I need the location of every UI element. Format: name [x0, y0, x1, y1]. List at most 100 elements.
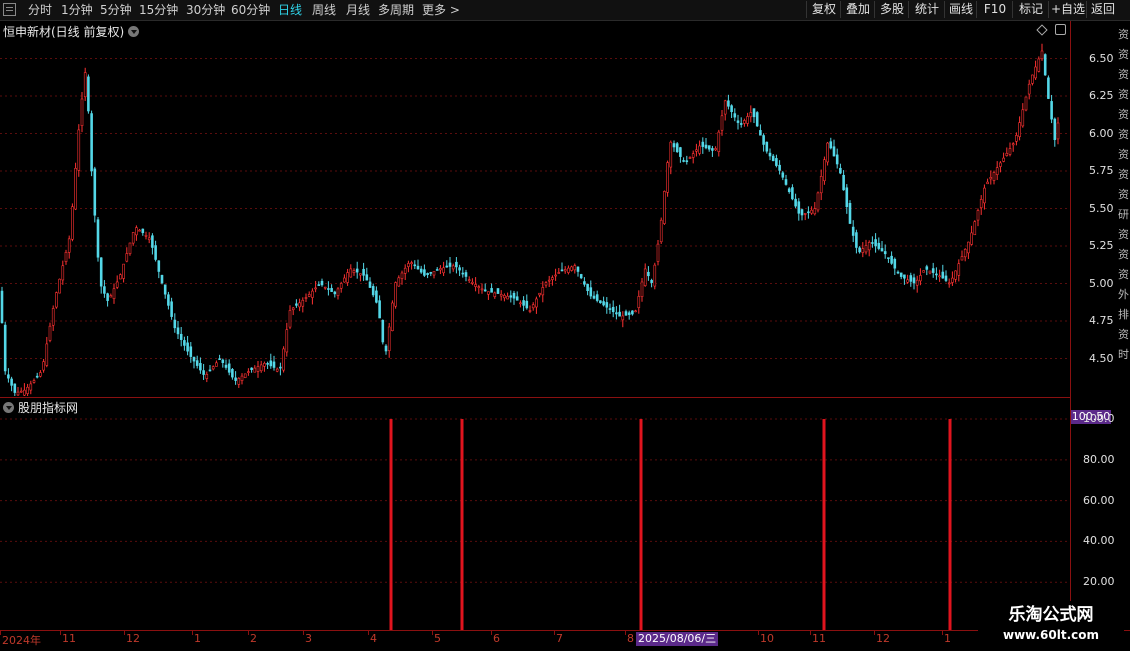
candle-body[interactable] — [797, 201, 801, 214]
candle-body[interactable] — [1002, 157, 1005, 162]
panel-toggle-icon[interactable] — [1055, 24, 1066, 35]
signal-bar[interactable] — [822, 419, 826, 631]
candle-body[interactable] — [227, 363, 231, 373]
toolbar-button-8[interactable]: 返回 — [1086, 1, 1119, 18]
candle-body[interactable] — [759, 130, 762, 136]
candle-body[interactable] — [951, 277, 954, 283]
candle-body[interactable] — [234, 377, 237, 381]
candle-body[interactable] — [730, 105, 733, 113]
candle-body[interactable] — [445, 265, 449, 268]
stock-title[interactable]: 恒申新材(日线 前复权) — [3, 23, 140, 40]
candle-body[interactable] — [0, 290, 4, 324]
candle-body[interactable] — [471, 281, 474, 284]
indicator-title[interactable]: 股朋指标网 — [3, 399, 78, 416]
candle-body[interactable] — [266, 363, 269, 365]
candle-body[interactable] — [762, 135, 765, 145]
candle-body[interactable] — [397, 277, 401, 287]
candle-body[interactable] — [87, 76, 90, 112]
candle-body[interactable] — [237, 378, 241, 385]
candle-body[interactable] — [512, 292, 516, 299]
candle-body[interactable] — [637, 296, 641, 308]
candle-body[interactable] — [474, 284, 477, 287]
candle-body[interactable] — [599, 300, 602, 304]
candle-body[interactable] — [701, 141, 705, 147]
candle-body[interactable] — [867, 242, 871, 251]
candle-body[interactable] — [858, 247, 861, 253]
candle-body[interactable] — [403, 267, 407, 274]
candle-body[interactable] — [810, 209, 813, 214]
candle-body[interactable] — [707, 145, 711, 150]
candle-body[interactable] — [400, 272, 404, 279]
candle-body[interactable] — [467, 279, 471, 282]
candle-body[interactable] — [327, 288, 330, 290]
candle-body[interactable] — [304, 297, 308, 299]
candle-body[interactable] — [650, 279, 653, 283]
candle-body[interactable] — [1031, 74, 1034, 84]
candle-body[interactable] — [583, 281, 586, 285]
candle-body[interactable] — [96, 219, 100, 258]
candle-body[interactable] — [602, 301, 605, 306]
candle-body[interactable] — [387, 326, 391, 352]
candle-body[interactable] — [343, 277, 346, 283]
candle-body[interactable] — [551, 277, 554, 280]
candle-body[interactable] — [525, 300, 529, 309]
candle-body[interactable] — [989, 177, 993, 180]
candle-body[interactable] — [288, 310, 292, 328]
candle-body[interactable] — [109, 295, 113, 298]
indicator-chart[interactable] — [0, 398, 1070, 631]
candle-body[interactable] — [963, 249, 967, 258]
candle-body[interactable] — [451, 265, 455, 270]
candle-body[interactable] — [7, 374, 10, 379]
candle-body[interactable] — [576, 266, 580, 272]
toolbar-button-5[interactable]: F10 — [976, 1, 1013, 18]
candle-body[interactable] — [944, 275, 948, 281]
candle-body[interactable] — [631, 310, 634, 315]
candle-body[interactable] — [314, 287, 317, 290]
candle-body[interactable] — [1034, 66, 1037, 79]
candle-body[interactable] — [976, 210, 980, 221]
candle-body[interactable] — [282, 348, 285, 371]
candle-body[interactable] — [115, 281, 119, 288]
period-tab-6[interactable]: 日线 — [278, 2, 302, 18]
toolbar-button-3[interactable]: 统计 — [908, 1, 945, 18]
candle-body[interactable] — [979, 199, 983, 209]
candle-body[interactable] — [157, 260, 161, 272]
candle-body[interactable] — [563, 269, 567, 272]
candle-body[interactable] — [413, 264, 417, 267]
candle-body[interactable] — [144, 235, 148, 237]
candle-body[interactable] — [557, 272, 561, 274]
period-tab-10[interactable]: 更多 > — [422, 2, 460, 18]
candle-body[interactable] — [874, 239, 877, 247]
candle-body[interactable] — [829, 141, 833, 149]
candle-body[interactable] — [848, 202, 852, 224]
candle-body[interactable] — [295, 303, 298, 306]
candle-body[interactable] — [765, 141, 769, 152]
candle-body[interactable] — [688, 157, 692, 159]
candle-body[interactable] — [1027, 83, 1031, 95]
candle-body[interactable] — [845, 187, 849, 207]
toolbar-button-2[interactable]: 多股 — [874, 1, 909, 18]
candle-body[interactable] — [752, 108, 756, 118]
candle-body[interactable] — [717, 131, 721, 152]
candle-body[interactable] — [189, 346, 193, 357]
candle-body[interactable] — [925, 266, 929, 270]
candle-body[interactable] — [890, 255, 893, 264]
candle-body[interactable] — [909, 275, 913, 282]
candle-body[interactable] — [615, 312, 618, 315]
candle-body[interactable] — [339, 283, 343, 289]
candle-body[interactable] — [365, 274, 369, 281]
candle-body[interactable] — [851, 226, 855, 236]
candle-body[interactable] — [1056, 122, 1060, 140]
candle-body[interactable] — [973, 221, 977, 236]
candle-body[interactable] — [461, 272, 465, 275]
signal-bar[interactable] — [389, 419, 393, 631]
candle-body[interactable] — [947, 282, 951, 285]
candle-body[interactable] — [240, 375, 244, 381]
candle-body[interactable] — [368, 281, 372, 288]
candle-body[interactable] — [784, 179, 788, 185]
candle-body[interactable] — [272, 361, 276, 368]
menu-icon[interactable] — [3, 3, 16, 16]
candle-body[interactable] — [861, 248, 865, 253]
candle-body[interactable] — [967, 241, 970, 254]
period-tab-3[interactable]: 15分钟 — [139, 2, 178, 18]
